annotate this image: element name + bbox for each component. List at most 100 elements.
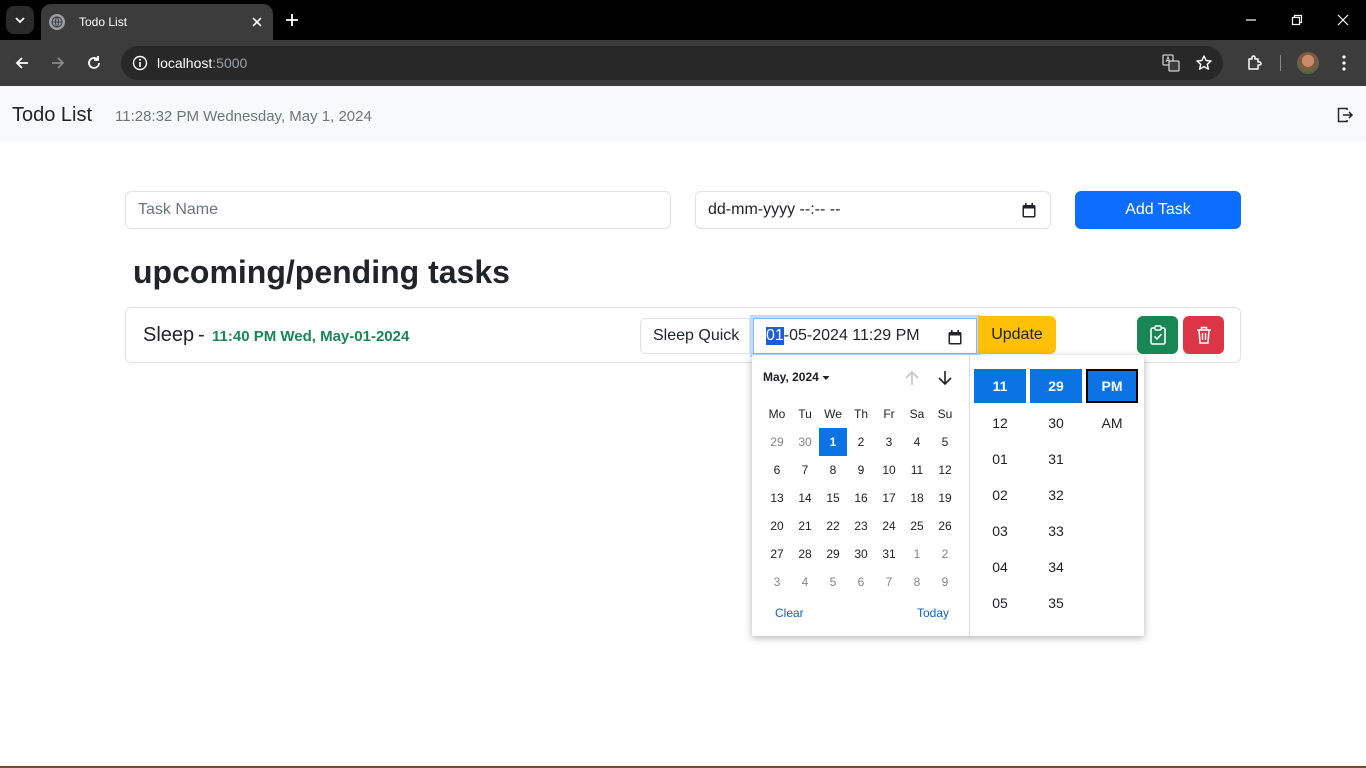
day-cell[interactable]: 30 xyxy=(847,540,875,568)
restore-button[interactable] xyxy=(1287,10,1307,30)
datetime-rest-segment[interactable]: -05-2024 11:29 PM xyxy=(784,327,920,345)
day-cell[interactable]: 5 xyxy=(819,568,847,596)
edit-task-name-value: Sleep Quick xyxy=(653,327,740,344)
close-window-button[interactable] xyxy=(1333,10,1353,30)
ampm-option[interactable]: AM xyxy=(1086,405,1138,441)
month-year-selector[interactable]: May, 2024 xyxy=(763,370,830,384)
minute-option[interactable]: 30 xyxy=(1030,405,1082,441)
day-cell[interactable]: 23 xyxy=(847,512,875,540)
day-cell[interactable]: 7 xyxy=(791,456,819,484)
hour-option[interactable]: 03 xyxy=(974,513,1026,549)
weekday-label: Tu xyxy=(798,407,812,421)
selected-day-cell[interactable]: 1 xyxy=(819,428,847,456)
back-button[interactable] xyxy=(10,51,34,75)
day-cell[interactable]: 7 xyxy=(875,568,903,596)
day-cell[interactable]: 15 xyxy=(819,484,847,512)
forward-button[interactable] xyxy=(46,51,70,75)
previous-month-button[interactable] xyxy=(901,367,923,389)
add-task-button[interactable]: Add Task xyxy=(1075,191,1241,229)
edit-task-name-input[interactable]: Sleep Quick xyxy=(640,318,750,354)
due-datetime-input[interactable]: dd-mm-yyyy --:-- -- xyxy=(695,191,1051,229)
day-cell[interactable]: 6 xyxy=(847,568,875,596)
bookmark-button[interactable] xyxy=(1193,52,1215,74)
day-cell[interactable]: 20 xyxy=(763,512,791,540)
day-cell[interactable]: 30 xyxy=(791,428,819,456)
day-cell[interactable]: 29 xyxy=(763,428,791,456)
day-cell[interactable]: 28 xyxy=(791,540,819,568)
today-button[interactable]: Today xyxy=(917,606,949,620)
day-cell[interactable]: 4 xyxy=(903,428,931,456)
day-cell[interactable]: 18 xyxy=(903,484,931,512)
edit-task-datetime-input[interactable]: 01 -05-2024 11:29 PM xyxy=(753,318,977,354)
day-cell[interactable]: 17 xyxy=(875,484,903,512)
next-month-button[interactable] xyxy=(934,367,956,389)
hour-option[interactable]: 04 xyxy=(974,549,1026,585)
day-cell[interactable]: 5 xyxy=(931,428,959,456)
day-cell[interactable]: 9 xyxy=(931,568,959,596)
day-cell[interactable]: 2 xyxy=(847,428,875,456)
selected-hour-option[interactable]: 11 xyxy=(974,369,1026,403)
day-cell[interactable]: 27 xyxy=(763,540,791,568)
browser-tab[interactable]: Todo List xyxy=(41,4,273,40)
browser-toolbar: localhost:5000 xyxy=(0,40,1366,86)
selected-day-segment[interactable]: 01 xyxy=(766,327,784,345)
day-cell[interactable]: 13 xyxy=(763,484,791,512)
extensions-button[interactable] xyxy=(1243,51,1267,75)
minute-option[interactable]: 33 xyxy=(1030,513,1082,549)
site-info-button[interactable] xyxy=(128,51,152,75)
task-name-input[interactable]: Task Name xyxy=(125,191,671,229)
selected-ampm-option[interactable]: PM xyxy=(1086,369,1138,403)
day-cell[interactable]: 11 xyxy=(903,456,931,484)
logout-icon xyxy=(1337,107,1354,123)
hour-option[interactable]: 05 xyxy=(974,585,1026,621)
day-cell[interactable]: 2 xyxy=(931,540,959,568)
translate-button[interactable] xyxy=(1160,52,1182,74)
delete-task-button[interactable] xyxy=(1183,316,1224,354)
day-cell[interactable]: 24 xyxy=(875,512,903,540)
minute-option[interactable]: 35 xyxy=(1030,585,1082,621)
day-cell[interactable]: 3 xyxy=(763,568,791,596)
new-tab-button[interactable] xyxy=(281,9,303,31)
calendar-icon[interactable] xyxy=(1022,203,1036,218)
reload-button[interactable] xyxy=(82,51,106,75)
tab-search-button[interactable] xyxy=(6,6,34,34)
day-cell[interactable]: 19 xyxy=(931,484,959,512)
day-cell[interactable]: 12 xyxy=(931,456,959,484)
clear-date-button[interactable]: Clear xyxy=(775,606,804,620)
day-cell[interactable]: 29 xyxy=(819,540,847,568)
day-cell[interactable]: 6 xyxy=(763,456,791,484)
day-cell[interactable]: 10 xyxy=(875,456,903,484)
calendar-icon[interactable] xyxy=(948,330,962,345)
minimize-button[interactable] xyxy=(1241,10,1261,30)
day-cell[interactable]: 3 xyxy=(875,428,903,456)
day-cell[interactable]: 8 xyxy=(819,456,847,484)
day-cell[interactable]: 9 xyxy=(847,456,875,484)
logout-button[interactable] xyxy=(1336,106,1354,124)
day-cell[interactable]: 16 xyxy=(847,484,875,512)
arrow-left-icon xyxy=(15,57,28,69)
update-task-button[interactable]: Update xyxy=(978,316,1056,354)
hour-option[interactable]: 01 xyxy=(974,441,1026,477)
day-cell[interactable]: 25 xyxy=(903,512,931,540)
tab-close-button[interactable] xyxy=(247,12,267,32)
day-cell[interactable]: 14 xyxy=(791,484,819,512)
minute-option[interactable]: 31 xyxy=(1030,441,1082,477)
minute-option[interactable]: 32 xyxy=(1030,477,1082,513)
day-cell[interactable]: 4 xyxy=(791,568,819,596)
day-cell[interactable]: 31 xyxy=(875,540,903,568)
complete-task-button[interactable] xyxy=(1137,316,1178,354)
day-cell[interactable]: 22 xyxy=(819,512,847,540)
hour-option[interactable]: 12 xyxy=(974,405,1026,441)
day-cell[interactable]: 8 xyxy=(903,568,931,596)
hour-option[interactable]: 02 xyxy=(974,477,1026,513)
app-brand[interactable]: Todo List xyxy=(12,104,92,127)
address-bar[interactable]: localhost:5000 xyxy=(121,46,1223,80)
minute-option[interactable]: 34 xyxy=(1030,549,1082,585)
day-cell[interactable]: 26 xyxy=(931,512,959,540)
task-due-time: 11:40 PM Wed, May-01-2024 xyxy=(212,328,410,345)
day-cell[interactable]: 1 xyxy=(903,540,931,568)
day-cell[interactable]: 21 xyxy=(791,512,819,540)
profile-avatar[interactable] xyxy=(1297,52,1319,74)
selected-minute-option[interactable]: 29 xyxy=(1030,369,1082,403)
browser-menu-button[interactable] xyxy=(1332,51,1356,75)
